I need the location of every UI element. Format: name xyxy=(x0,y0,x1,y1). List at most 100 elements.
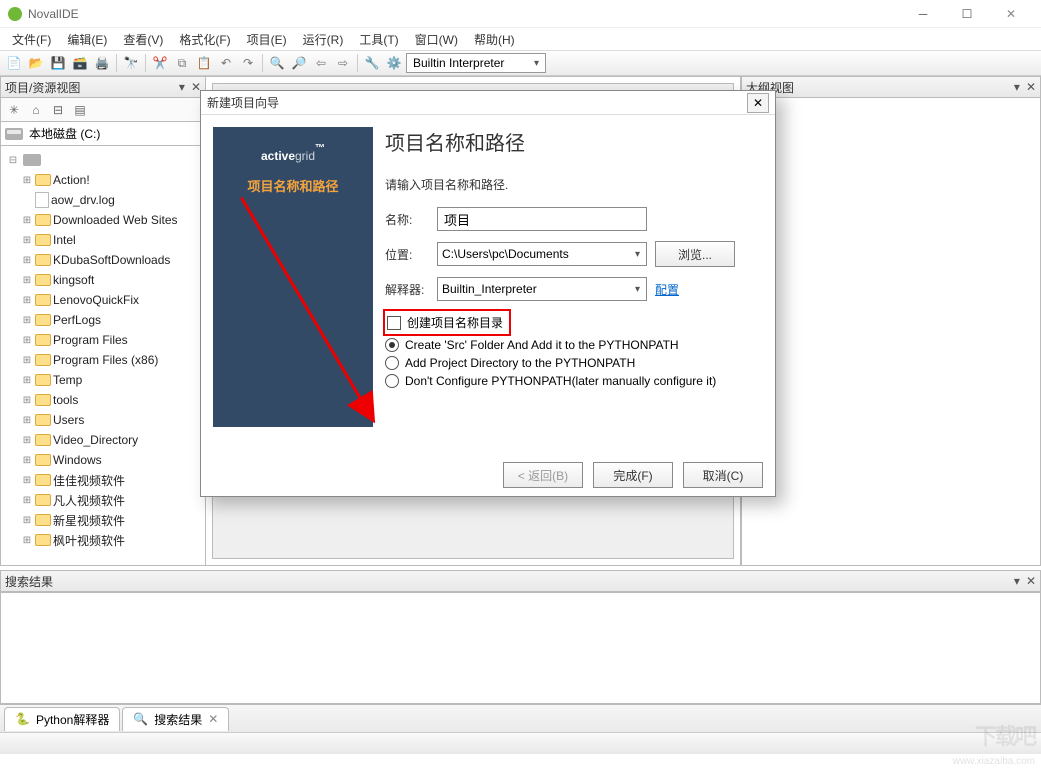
tree-node[interactable]: ⊞Video_Directory xyxy=(3,430,205,450)
maximize-button[interactable]: ☐ xyxy=(945,0,989,28)
tree-node[interactable]: ⊞Program Files (x86) xyxy=(3,350,205,370)
project-name-input[interactable]: 项目 xyxy=(437,207,647,231)
radio-add-dir[interactable] xyxy=(385,356,399,370)
home-icon[interactable]: ⌂ xyxy=(27,101,45,119)
tree-node[interactable]: ⊞kingsoft xyxy=(3,270,205,290)
sync-icon[interactable]: ✳ xyxy=(5,101,23,119)
pane-close-icon[interactable]: ✕ xyxy=(1026,80,1036,94)
plus-icon[interactable]: ⊞ xyxy=(21,534,33,546)
binoculars-icon[interactable]: 🔭 xyxy=(121,53,141,73)
tree-node[interactable]: ⊞枫叶视频软件 xyxy=(3,530,205,550)
tree-node[interactable]: ⊞Downloaded Web Sites xyxy=(3,210,205,230)
plus-icon[interactable]: ⊞ xyxy=(21,474,33,486)
menu-run[interactable]: 运行(R) xyxy=(295,29,352,50)
plus-icon[interactable]: ⊞ xyxy=(21,394,33,406)
wrench-icon[interactable]: 🔧 xyxy=(362,53,382,73)
tree-node[interactable]: ⊞Temp xyxy=(3,370,205,390)
plus-icon[interactable]: ⊞ xyxy=(21,494,33,506)
save-all-icon[interactable]: 🗃️ xyxy=(70,53,90,73)
plus-icon[interactable]: ⊞ xyxy=(21,334,33,346)
create-dir-checkbox[interactable] xyxy=(387,316,401,330)
tree-node[interactable]: ⊞Intel xyxy=(3,230,205,250)
minus-icon[interactable]: ⊟ xyxy=(7,154,19,166)
back-button[interactable]: < 返回(B) xyxy=(503,462,583,488)
tree-node[interactable]: ⊞Program Files xyxy=(3,330,205,350)
menu-format[interactable]: 格式化(F) xyxy=(171,29,238,50)
wizard-close-button[interactable]: ✕ xyxy=(747,93,769,113)
menu-tools[interactable]: 工具(T) xyxy=(351,29,406,50)
plus-icon[interactable]: ⊞ xyxy=(21,174,33,186)
pane-close-icon[interactable]: ✕ xyxy=(1026,574,1036,588)
plus-icon[interactable]: ⊞ xyxy=(21,214,33,226)
gear-icon[interactable]: ⚙️ xyxy=(384,53,404,73)
pane-menu-icon[interactable]: ▾ xyxy=(1014,80,1020,94)
radio-src-folder[interactable] xyxy=(385,338,399,352)
chevron-down-icon: ▾ xyxy=(534,58,539,69)
browse-button[interactable]: 浏览... xyxy=(655,241,735,267)
tab-close-icon[interactable]: ✕ xyxy=(208,712,218,726)
plus-icon[interactable]: ⊞ xyxy=(21,274,33,286)
plus-icon[interactable]: ⊞ xyxy=(21,254,33,266)
menu-view[interactable]: 查看(V) xyxy=(115,29,171,50)
pane-menu-icon[interactable]: ▾ xyxy=(1014,574,1020,588)
tab-python-interpreter[interactable]: 🐍 Python解释器 xyxy=(4,707,120,731)
cut-icon[interactable]: ✂️ xyxy=(150,53,170,73)
tree-node[interactable]: aow_drv.log xyxy=(3,190,205,210)
plus-icon[interactable]: ⊞ xyxy=(21,414,33,426)
back-icon[interactable]: ⇦ xyxy=(311,53,331,73)
plus-icon[interactable]: ⊞ xyxy=(21,454,33,466)
menu-help[interactable]: 帮助(H) xyxy=(466,29,523,50)
forward-icon[interactable]: ⇨ xyxy=(333,53,353,73)
open-icon[interactable]: 📂 xyxy=(26,53,46,73)
tree-node[interactable]: ⊞新星视频软件 xyxy=(3,510,205,530)
print-icon[interactable]: 🖨️ xyxy=(92,53,112,73)
plus-icon[interactable]: ⊞ xyxy=(21,374,33,386)
filter-icon[interactable]: ▤ xyxy=(71,101,89,119)
menu-bar: 文件(F) 编辑(E) 查看(V) 格式化(F) 项目(E) 运行(R) 工具(… xyxy=(0,28,1041,50)
tree-node[interactable]: ⊞tools xyxy=(3,390,205,410)
plus-icon[interactable]: ⊞ xyxy=(21,294,33,306)
tree-node-label: LenovoQuickFix xyxy=(53,293,139,307)
save-icon[interactable]: 💾 xyxy=(48,53,68,73)
plus-icon[interactable]: ⊞ xyxy=(21,314,33,326)
tree-node[interactable]: ⊞Windows xyxy=(3,450,205,470)
pane-menu-icon[interactable]: ▾ xyxy=(179,80,185,94)
project-location-select[interactable]: C:\Users\pc\Documents ▾ xyxy=(437,242,647,266)
finish-button[interactable]: 完成(F) xyxy=(593,462,673,488)
plus-icon[interactable]: ⊞ xyxy=(21,434,33,446)
menu-file[interactable]: 文件(F) xyxy=(4,29,59,50)
close-button[interactable]: ✕ xyxy=(989,0,1033,28)
minimize-button[interactable]: ─ xyxy=(901,0,945,28)
zoom-in-icon[interactable]: 🔍 xyxy=(267,53,287,73)
tree-node[interactable]: ⊞凡人视频软件 xyxy=(3,490,205,510)
menu-window[interactable]: 窗口(W) xyxy=(407,29,466,50)
paste-icon[interactable]: 📋 xyxy=(194,53,214,73)
tree-root[interactable]: ⊟ xyxy=(3,150,205,170)
tab-search-results[interactable]: 🔍 搜索结果 ✕ xyxy=(122,707,229,731)
tree-node[interactable]: ⊞KDubaSoftDownloads xyxy=(3,250,205,270)
file-tree[interactable]: ⊟ ⊞Action!aow_drv.log⊞Downloaded Web Sit… xyxy=(0,146,206,566)
interpreter-select[interactable]: Builtin_Interpreter ▾ xyxy=(437,277,647,301)
zoom-out-icon[interactable]: 🔎 xyxy=(289,53,309,73)
drive-row[interactable]: 本地磁盘 (C:) xyxy=(0,122,206,146)
menu-edit[interactable]: 编辑(E) xyxy=(59,29,115,50)
plus-icon[interactable]: ⊞ xyxy=(21,354,33,366)
tree-node[interactable]: ⊞PerfLogs xyxy=(3,310,205,330)
tree-node[interactable]: ⊞ LenovoQuickFix xyxy=(3,290,205,310)
tree-node[interactable]: ⊞Action! xyxy=(3,170,205,190)
tree-node[interactable]: ⊞佳佳视频软件 xyxy=(3,470,205,490)
plus-icon[interactable]: ⊞ xyxy=(21,514,33,526)
tree-node[interactable]: ⊞Users xyxy=(3,410,205,430)
cancel-button[interactable]: 取消(C) xyxy=(683,462,763,488)
undo-icon[interactable]: ↶ xyxy=(216,53,236,73)
plus-icon[interactable]: ⊞ xyxy=(21,234,33,246)
menu-project[interactable]: 项目(E) xyxy=(239,29,295,50)
redo-icon[interactable]: ↷ xyxy=(238,53,258,73)
radio-no-config[interactable] xyxy=(385,374,399,388)
interpreter-select[interactable]: Builtin Interpreter ▾ xyxy=(406,53,546,73)
collapse-icon[interactable]: ⊟ xyxy=(49,101,67,119)
copy-icon[interactable]: ⧉ xyxy=(172,53,192,73)
configure-link[interactable]: 配置 xyxy=(655,281,679,298)
new-file-icon[interactable]: 📄 xyxy=(4,53,24,73)
wizard-title: 新建项目向导 xyxy=(207,94,279,111)
